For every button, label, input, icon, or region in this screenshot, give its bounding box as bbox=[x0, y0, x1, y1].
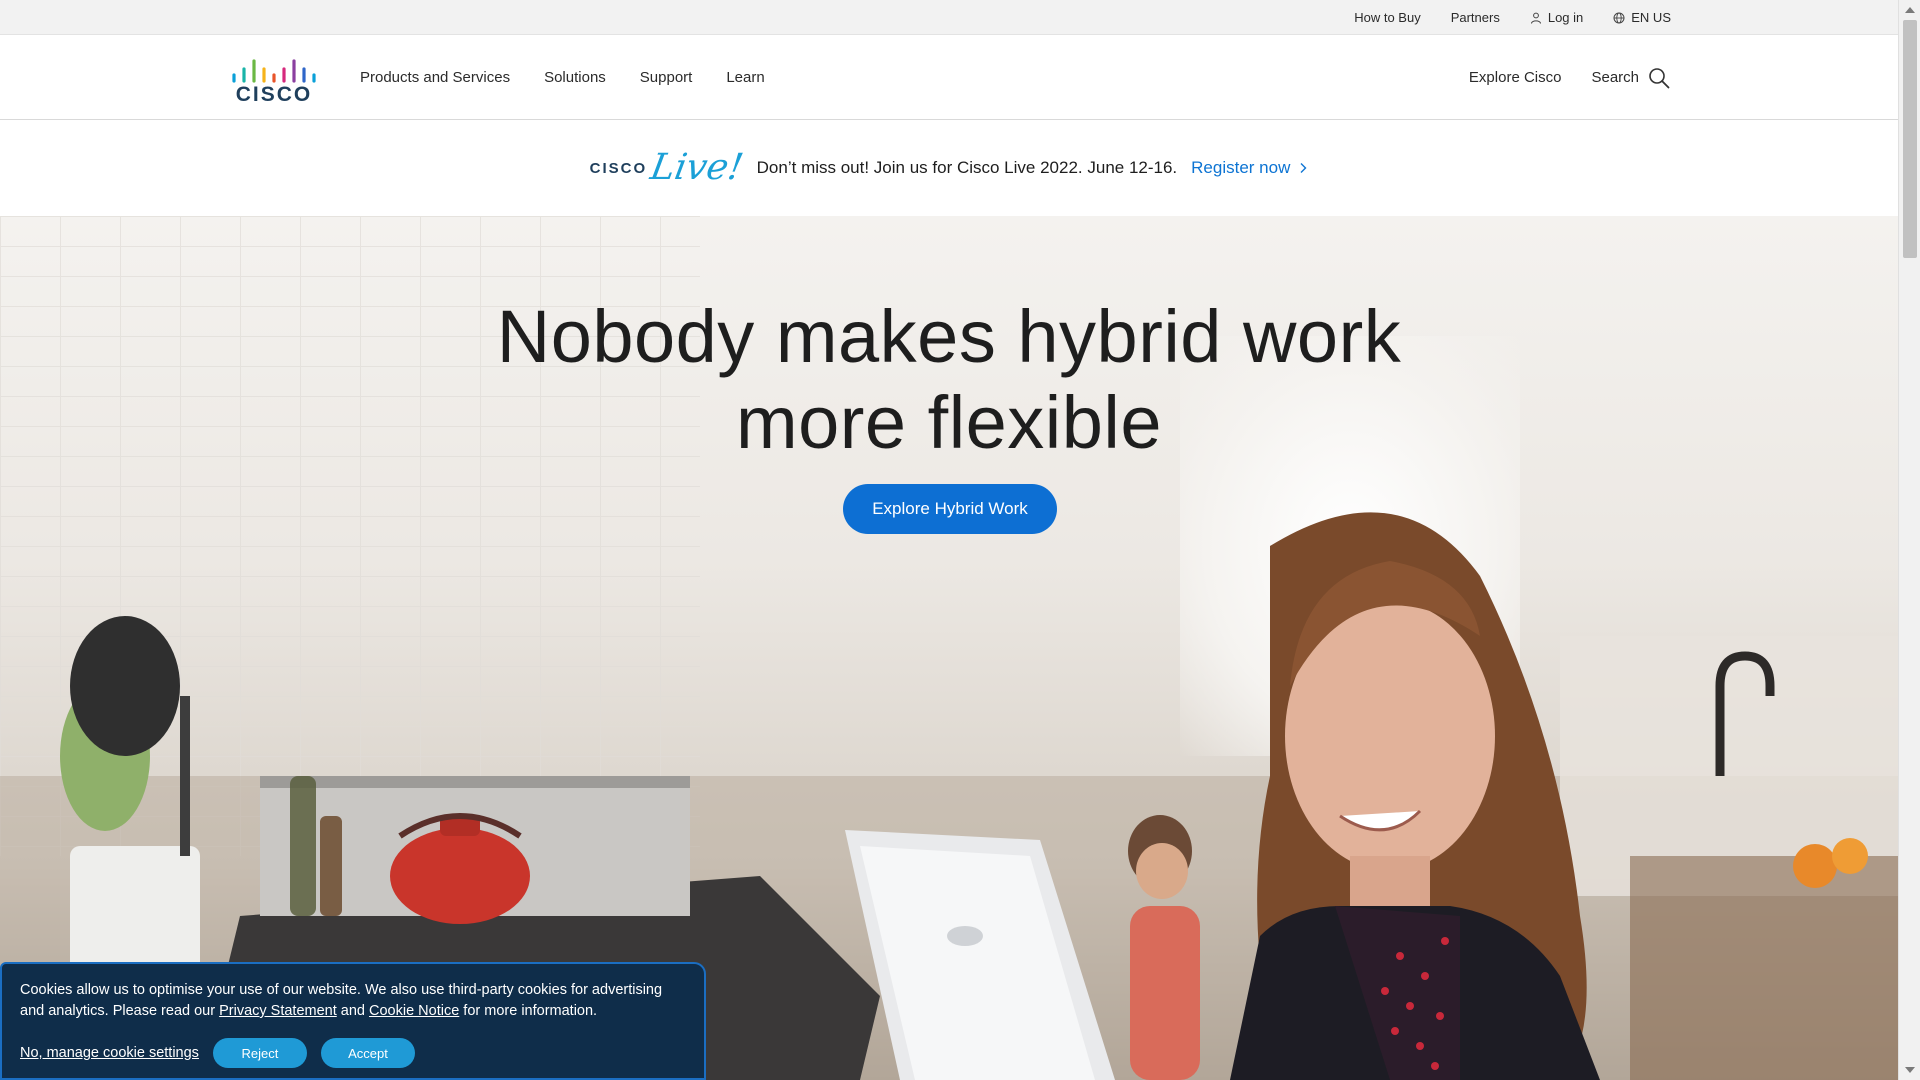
nav-support[interactable]: Support bbox=[640, 69, 693, 86]
partners-link[interactable]: Partners bbox=[1451, 10, 1500, 25]
utility-links: How to Buy Partners Log in EN US bbox=[1354, 0, 1671, 35]
hero-title-line-2: more flexible bbox=[735, 381, 1162, 464]
cookie-text-middle: and bbox=[336, 1003, 370, 1019]
svg-text:CISCO: CISCO bbox=[236, 83, 313, 105]
reject-cookies-button[interactable]: Reject bbox=[212, 1038, 307, 1068]
cookie-notice-link[interactable]: Cookie Notice bbox=[369, 1003, 459, 1019]
scrollbar-thumb[interactable] bbox=[1903, 20, 1917, 258]
cisco-live-promo: CISCO Live! Don’t miss out! Join us for … bbox=[0, 120, 1898, 216]
globe-icon bbox=[1613, 12, 1625, 23]
page-scrollbar[interactable] bbox=[1898, 0, 1920, 1080]
search-icon bbox=[1649, 67, 1670, 88]
scroll-down-arrow-icon[interactable] bbox=[1905, 1067, 1915, 1073]
chevron-right-icon bbox=[1300, 163, 1307, 173]
cisco-live-logo-live: Live! bbox=[647, 147, 747, 188]
login-link[interactable]: Log in bbox=[1530, 10, 1583, 25]
accept-cookies-button[interactable]: Accept bbox=[320, 1038, 415, 1068]
cisco-logo[interactable]: CISCO bbox=[228, 49, 328, 106]
nav-learn[interactable]: Learn bbox=[726, 69, 764, 86]
cookie-actions: No, manage cookie settings Reject Accept bbox=[20, 1038, 415, 1068]
language-selector[interactable]: EN US bbox=[1613, 10, 1671, 25]
register-now-label: Register now bbox=[1191, 158, 1291, 177]
main-header: CISCO Products and Services Solutions Su… bbox=[0, 35, 1898, 120]
nav-products-and-services[interactable]: Products and Services bbox=[360, 69, 510, 86]
primary-nav: Products and Services Solutions Support … bbox=[360, 35, 765, 120]
cookie-text-after: for more information. bbox=[459, 1003, 598, 1019]
scroll-up-arrow-icon[interactable] bbox=[1905, 7, 1915, 13]
hero-title: Nobody makes hybrid work more flexible bbox=[0, 294, 1898, 466]
privacy-statement-link[interactable]: Privacy Statement bbox=[219, 1003, 337, 1019]
hero-section: Nobody makes hybrid work more flexible E… bbox=[0, 216, 1898, 1080]
nav-solutions[interactable]: Solutions bbox=[544, 69, 606, 86]
login-label: Log in bbox=[1547, 10, 1584, 25]
explore-hybrid-work-button[interactable]: Explore Hybrid Work bbox=[843, 484, 1057, 534]
promo-text: Don’t miss out! Join us for Cisco Live 2… bbox=[756, 158, 1178, 177]
explore-cisco-link[interactable]: Explore Cisco bbox=[1469, 69, 1562, 86]
user-icon bbox=[1530, 12, 1541, 24]
cookie-message: Cookies allow us to optimise your use of… bbox=[20, 980, 685, 1022]
language-label: EN US bbox=[1631, 10, 1671, 25]
cisco-live-logo-cisco: CISCO bbox=[589, 159, 648, 177]
header-right: Explore Cisco Search bbox=[1469, 35, 1670, 120]
manage-cookie-settings-link[interactable]: No, manage cookie settings bbox=[20, 1045, 199, 1061]
utility-bar: How to Buy Partners Log in EN US bbox=[0, 0, 1898, 35]
how-to-buy-link[interactable]: How to Buy bbox=[1354, 10, 1420, 25]
hero-title-line-1: Nobody makes hybrid work bbox=[496, 295, 1402, 378]
search-button[interactable]: Search bbox=[1591, 67, 1670, 89]
cisco-logo-icon: CISCO bbox=[232, 59, 316, 106]
cookie-banner: Cookies allow us to optimise your use of… bbox=[0, 962, 706, 1080]
cisco-live-logo: CISCO Live! bbox=[589, 147, 747, 188]
register-now-link[interactable]: Register now bbox=[1191, 158, 1308, 178]
search-label: Search bbox=[1591, 69, 1639, 86]
